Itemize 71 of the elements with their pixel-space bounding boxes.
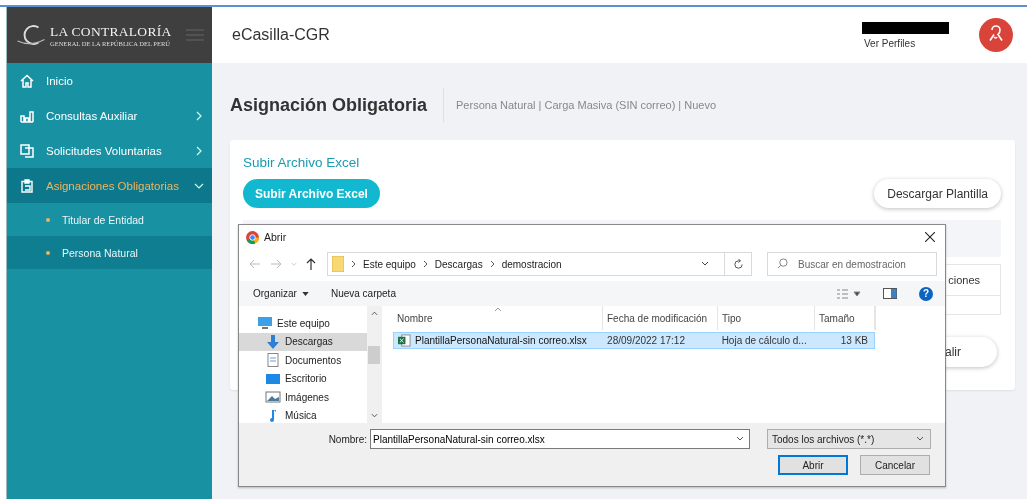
breadcrumb: Persona Natural | Carga Masiva (SIN correo) | Nuevo <box>455 99 717 111</box>
sidebar-item[interactable]: Solicitudes Voluntarias <box>6 133 212 168</box>
path-segment[interactable]: Descargas <box>434 258 483 270</box>
scroll-down-icon[interactable] <box>370 413 378 418</box>
doc-icon <box>265 353 281 368</box>
folder-icon <box>332 256 344 272</box>
path-segment[interactable]: Este equipo <box>363 258 416 270</box>
up-arrow-icon[interactable] <box>306 258 316 270</box>
filename-field[interactable]: PlantillaPersonaNatural-sin correo.xlsx <box>370 429 750 449</box>
folder-nav-item[interactable]: Este equipo <box>239 314 367 333</box>
dropdown-icon <box>301 291 309 296</box>
folder-nav-item[interactable]: Descargas <box>239 332 367 351</box>
section-title: Subir Archivo Excel <box>243 155 361 170</box>
back-arrow-icon[interactable] <box>249 259 261 269</box>
folder-nav-item[interactable]: Imágenes <box>239 388 367 407</box>
sort-caret-icon <box>494 307 502 311</box>
profiles-link[interactable]: Ver Perfiles <box>862 37 949 49</box>
forward-arrow-icon[interactable] <box>270 259 282 269</box>
address-bar[interactable]: Este equipo Descargas demostracion <box>327 252 752 276</box>
path-segment[interactable]: demostracion <box>501 258 562 270</box>
sidebar-item[interactable]: Inicio <box>6 63 212 98</box>
search-field[interactable]: Buscar en demostracion <box>767 252 937 276</box>
file-row[interactable]: PlantillaPersonaNatural-sin correo.xlsx 28/09/2022 17:12 Hoja de cálculo d... 13 KB <box>393 332 875 349</box>
download-icon <box>265 334 281 349</box>
avatar-icon[interactable] <box>979 18 1013 52</box>
home-icon <box>20 73 34 88</box>
breadcrumb-separator-icon <box>422 260 428 268</box>
column-header: ciones <box>948 274 980 286</box>
breadcrumb-separator-icon <box>489 260 495 268</box>
app-name: eCasilla-CGR <box>232 26 330 44</box>
logo-title: LA CONTRALORÍA <box>50 23 172 40</box>
dropdown-icon[interactable] <box>736 436 744 442</box>
download-button[interactable]: Descargar Plantilla <box>874 179 1001 208</box>
bar-chart-icon <box>20 108 34 123</box>
folder-nav-item[interactable]: Documentos <box>239 351 367 370</box>
cancel-button[interactable]: Cancelar <box>860 455 930 475</box>
column-header[interactable]: Tipo <box>718 306 815 330</box>
column-header[interactable]: Fecha de modificación <box>603 306 718 330</box>
scrollbar[interactable] <box>367 306 381 423</box>
breadcrumb-separator-icon <box>351 260 356 268</box>
spreadsheet-icon <box>398 334 411 347</box>
scroll-up-icon[interactable] <box>370 311 378 316</box>
filename-label: Nombre: <box>328 433 367 445</box>
search-icon <box>777 258 788 269</box>
page-title: Asignación Obligatoria <box>230 88 445 122</box>
image-icon <box>265 390 281 405</box>
sidebar-subitem[interactable]: Persona Natural <box>6 236 212 269</box>
bullet-icon <box>46 250 50 255</box>
column-header[interactable]: Nombre <box>393 306 603 330</box>
bullet-icon <box>46 217 50 222</box>
scrollbar-thumb[interactable] <box>368 346 380 364</box>
open-button[interactable]: Abrir <box>778 455 848 475</box>
copy-icon <box>20 143 34 158</box>
dropdown-icon <box>916 436 924 442</box>
file-type-dropdown[interactable]: Todos los archivos (*.*) <box>767 429 931 449</box>
browser-icon <box>246 230 259 244</box>
dialog-title: Abrir <box>264 231 287 243</box>
folder-nav-item[interactable]: Escritorio <box>239 369 367 388</box>
dropdown-icon[interactable] <box>701 261 709 267</box>
organize-menu[interactable]: Organizar <box>253 288 309 299</box>
column-header[interactable]: Tamaño <box>815 306 875 330</box>
monitor-icon <box>257 316 273 331</box>
folder-nav-item[interactable]: Música <box>239 406 367 425</box>
clipboard-icon <box>20 178 34 193</box>
help-icon[interactable]: ? <box>919 286 933 301</box>
preview-pane-icon[interactable] <box>883 288 897 299</box>
desktop-icon <box>265 371 281 386</box>
close-icon[interactable] <box>925 232 935 242</box>
new-folder-button[interactable]: Nueva carpeta <box>330 288 396 299</box>
sidebar-item[interactable]: Consultas Auxiliar <box>6 98 212 133</box>
view-options-icon[interactable] <box>837 288 861 299</box>
